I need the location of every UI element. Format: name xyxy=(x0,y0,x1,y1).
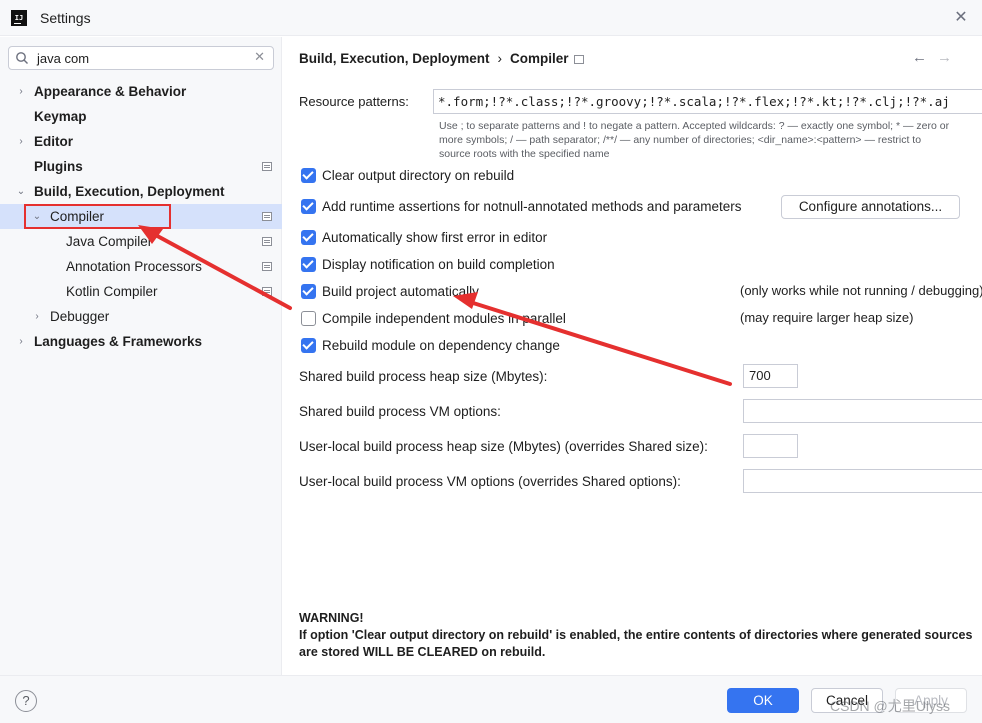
rebuild-warning: WARNING! If option 'Clear output directo… xyxy=(299,610,979,661)
close-icon[interactable]: ✕ xyxy=(951,8,971,28)
project-settings-icon xyxy=(262,212,272,221)
checkbox-unchecked[interactable] xyxy=(301,311,316,326)
breadcrumb: Build, Execution, Deployment › Compiler xyxy=(299,51,569,66)
heap-size-input[interactable]: 700 xyxy=(743,364,798,388)
chevron-down-icon[interactable]: ⌄ xyxy=(15,179,27,204)
search-icon xyxy=(16,52,28,64)
project-settings-icon xyxy=(574,55,584,64)
ok-button[interactable]: OK xyxy=(727,688,799,713)
help-icon[interactable]: ? xyxy=(15,690,37,712)
breadcrumb-parent[interactable]: Build, Execution, Deployment xyxy=(299,51,490,66)
annotation-highlight-box xyxy=(24,204,171,229)
sidebar-item-languages-frameworks[interactable]: › Languages & Frameworks xyxy=(0,329,282,354)
project-settings-icon xyxy=(262,237,272,246)
sidebar-item-build-execution-deployment[interactable]: ⌄ Build, Execution, Deployment xyxy=(0,179,282,204)
breadcrumb-separator: › xyxy=(497,51,503,66)
sidebar-item-appearance-behavior[interactable]: › Appearance & Behavior xyxy=(0,79,282,104)
warning-text: If option 'Clear output directory on reb… xyxy=(299,628,973,659)
checkbox-checked[interactable] xyxy=(301,338,316,353)
checkbox-checked[interactable] xyxy=(301,168,316,183)
title-bar: IJ Settings ✕ xyxy=(0,0,982,36)
intellij-logo-icon: IJ xyxy=(11,10,27,26)
checkbox-checked[interactable] xyxy=(301,284,316,299)
search-query[interactable]: java com xyxy=(37,51,89,66)
chevron-right-icon[interactable]: › xyxy=(31,304,43,329)
watermark: CSDN @尤里Ulyss xyxy=(830,698,950,714)
configure-annotations-button[interactable]: Configure annotations... xyxy=(781,195,960,219)
local-heap-size-input[interactable] xyxy=(743,434,798,458)
chevron-right-icon[interactable]: › xyxy=(15,129,27,154)
project-settings-icon xyxy=(262,262,272,271)
checkbox-checked[interactable] xyxy=(301,230,316,245)
back-arrow-icon[interactable]: ← xyxy=(912,49,927,66)
sidebar-item-annotation-processors[interactable]: Annotation Processors xyxy=(0,254,282,279)
breadcrumb-current: Compiler xyxy=(510,51,569,66)
checkbox-checked[interactable] xyxy=(301,199,316,214)
vm-options-label: Shared build process VM options: xyxy=(299,404,501,419)
warning-title: WARNING! xyxy=(299,611,364,625)
resource-patterns-input[interactable]: *.form;!?*.class;!?*.groovy;!?*.scala;!?… xyxy=(433,89,982,114)
project-settings-icon xyxy=(262,162,272,171)
local-vm-options-label: User-local build process VM options (ove… xyxy=(299,474,681,489)
sidebar-item-kotlin-compiler[interactable]: Kotlin Compiler xyxy=(0,279,282,304)
chevron-right-icon[interactable]: › xyxy=(15,329,27,354)
sidebar-item-plugins[interactable]: Plugins xyxy=(0,154,282,179)
clear-search-icon[interactable]: ✕ xyxy=(254,49,265,65)
sidebar-item-editor[interactable]: › Editor xyxy=(0,129,282,154)
sidebar-item-java-compiler[interactable]: Java Compiler xyxy=(0,229,282,254)
parallel-compile-note: (may require larger heap size) xyxy=(740,310,914,325)
compiler-settings-panel: Build, Execution, Deployment › Compiler ← … xyxy=(283,37,982,675)
project-settings-icon xyxy=(262,287,272,296)
resource-patterns-hint: Use ; to separate patterns and ! to nega… xyxy=(439,120,950,160)
sidebar-item-keymap[interactable]: Keymap xyxy=(0,104,282,129)
sidebar-item-debugger[interactable]: › Debugger xyxy=(0,304,282,329)
heap-size-label: Shared build process heap size (Mbytes): xyxy=(299,369,548,384)
local-heap-size-label: User-local build process heap size (Mbyt… xyxy=(299,439,708,454)
resource-patterns-label: Resource patterns: xyxy=(299,94,409,109)
dialog-footer: ? OK Cancel Apply CSDN @尤里Ulyss xyxy=(0,675,982,723)
window-title: Settings xyxy=(40,10,91,26)
settings-search-input[interactable]: java com ✕ xyxy=(8,46,274,70)
checkbox-checked[interactable] xyxy=(301,257,316,272)
chevron-right-icon[interactable]: › xyxy=(15,79,27,104)
local-vm-options-input[interactable] xyxy=(743,469,982,493)
settings-sidebar: java com ✕ › Appearance & Behavior Keyma… xyxy=(0,37,282,675)
build-automatically-note: (only works while not running / debuggin… xyxy=(740,283,982,298)
forward-arrow-icon[interactable]: → xyxy=(937,49,952,66)
vm-options-input[interactable] xyxy=(743,399,982,423)
